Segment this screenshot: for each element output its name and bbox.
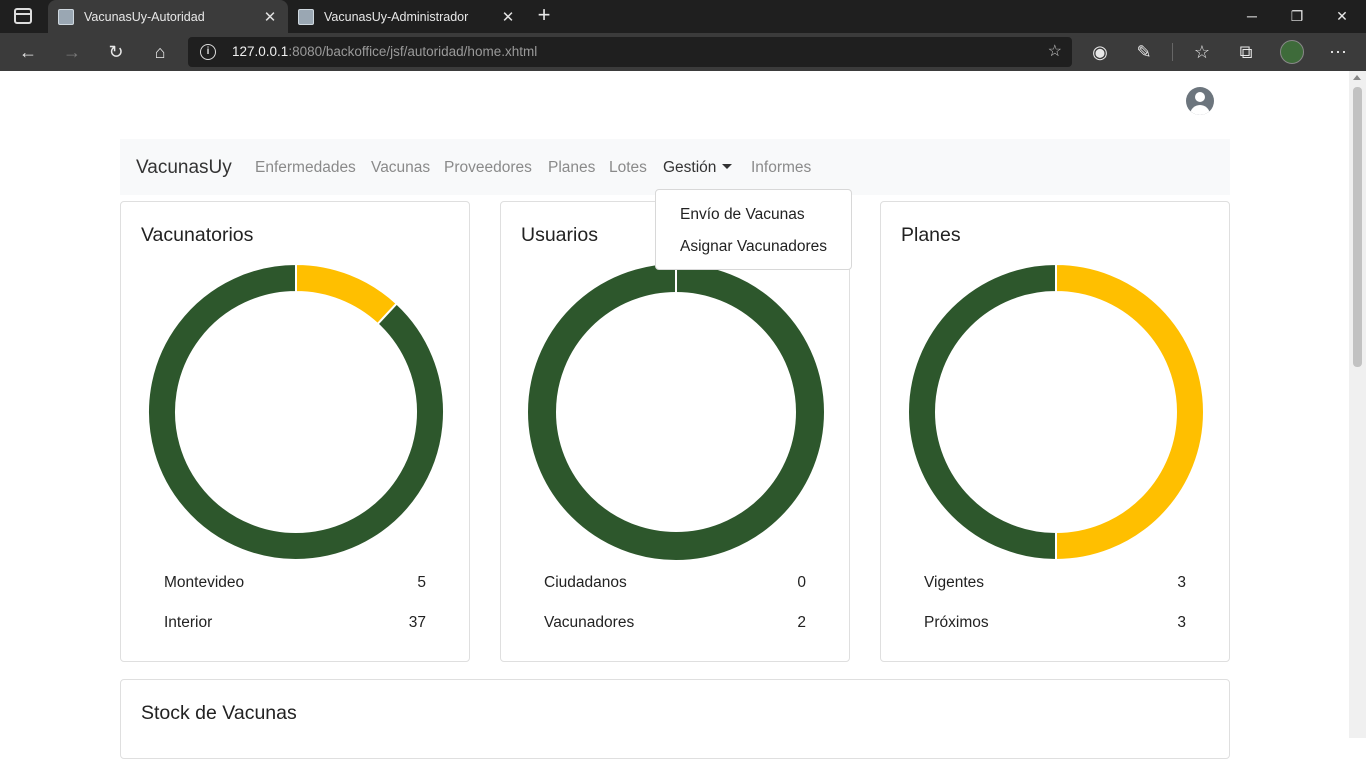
- card-title: Usuarios: [521, 224, 598, 246]
- legend-row: Ciudadanos 0: [544, 574, 806, 591]
- card-title: Planes: [901, 224, 961, 246]
- page-content: VacunasUy Enfermedades Vacunas Proveedor…: [0, 71, 1349, 759]
- tab-actions-icon[interactable]: [14, 8, 32, 24]
- window-close-icon[interactable]: ✕: [1330, 5, 1354, 27]
- gestion-dropdown-menu: Envío de Vacunas Asignar Vacunadores: [655, 189, 852, 270]
- close-tab-icon[interactable]: ✕: [496, 8, 520, 26]
- favicon-icon: [298, 8, 314, 25]
- toolbar-divider: [1172, 43, 1173, 61]
- refresh-icon[interactable]: ↻: [104, 40, 128, 64]
- main-navbar: VacunasUy Enfermedades Vacunas Proveedor…: [120, 139, 1230, 195]
- site-info-icon[interactable]: i: [200, 44, 216, 60]
- legend-row: Vigentes 3: [924, 574, 1186, 591]
- close-tab-icon[interactable]: ✕: [258, 8, 282, 26]
- browser-toolbar: ← → ↻ ⌂ i 127.0.0.1:8080/backoffice/jsf/…: [0, 33, 1366, 71]
- more-icon[interactable]: ⋯: [1326, 40, 1350, 64]
- legend-row: Montevideo 5: [164, 574, 426, 591]
- favorites-icon[interactable]: ☆: [1190, 40, 1214, 64]
- scroll-thumb[interactable]: [1353, 87, 1362, 367]
- legend-row: Interior 37: [164, 614, 426, 631]
- back-icon[interactable]: ←: [16, 40, 40, 64]
- donut-slice-montevideo: [295, 262, 399, 326]
- extension-icon[interactable]: ◉: [1088, 40, 1112, 64]
- address-bar[interactable]: i 127.0.0.1:8080/backoffice/jsf/autorida…: [188, 37, 1072, 67]
- profile-avatar[interactable]: [1280, 40, 1304, 64]
- nav-item-enfermedades[interactable]: Enfermedades: [255, 159, 356, 177]
- card-stock-vacunas: Stock de Vacunas: [120, 679, 1230, 759]
- tab-title: VacunasUy-Administrador: [324, 9, 469, 24]
- navbar-brand[interactable]: VacunasUy: [136, 157, 232, 179]
- nav-item-lotes[interactable]: Lotes: [609, 159, 647, 177]
- page-scrollbar[interactable]: [1349, 71, 1366, 738]
- favorite-add-icon[interactable]: ☆: [1048, 41, 1062, 61]
- home-icon[interactable]: ⌂: [148, 40, 172, 64]
- favicon-icon: [58, 8, 74, 25]
- browser-tab-bar: VacunasUy-Autoridad ✕ VacunasUy-Administ…: [0, 0, 1366, 33]
- donut-chart-planes: [907, 262, 1205, 562]
- extension-2-icon[interactable]: ✎: [1132, 40, 1156, 64]
- tab-title: VacunasUy-Autoridad: [84, 9, 205, 24]
- dropdown-item-asignar-vacunadores[interactable]: Asignar Vacunadores: [680, 238, 827, 256]
- donut-chart-usuarios: [528, 264, 824, 560]
- browser-tab-active[interactable]: VacunasUy-Autoridad ✕: [48, 0, 288, 33]
- url-text: 127.0.0.1:8080/backoffice/jsf/autoridad/…: [232, 44, 538, 59]
- scroll-up-icon[interactable]: [1353, 75, 1361, 80]
- donut-slice-vacunadores: [528, 264, 824, 560]
- minimize-icon[interactable]: ─: [1240, 5, 1264, 27]
- nav-item-proveedores[interactable]: Proveedores: [444, 159, 532, 177]
- card-title: Vacunatorios: [141, 224, 254, 246]
- legend-row: Vacunadores 2: [544, 614, 806, 631]
- card-usuarios: Usuarios Ciudadanos 0 Vacunadores 2: [500, 201, 850, 662]
- donut-slice-vigentes: [1055, 262, 1205, 562]
- new-tab-button[interactable]: +: [532, 4, 556, 28]
- card-vacunatorios: Vacunatorios Montevideo 5 Interior 37: [120, 201, 470, 662]
- dropdown-item-envio-vacunas[interactable]: Envío de Vacunas: [680, 206, 805, 224]
- donut-slice-pr-ximos: [907, 262, 1057, 562]
- nav-item-informes[interactable]: Informes: [751, 159, 811, 177]
- browser-tab-inactive[interactable]: VacunasUy-Administrador ✕: [288, 0, 526, 33]
- forward-icon[interactable]: →: [60, 40, 84, 64]
- card-planes: Planes Vigentes 3 Próximos 3: [880, 201, 1230, 662]
- nav-item-vacunas[interactable]: Vacunas: [371, 159, 430, 177]
- user-account-icon[interactable]: [1186, 87, 1214, 115]
- legend-row: Próximos 3: [924, 614, 1186, 631]
- nav-item-gestion[interactable]: Gestión: [663, 159, 733, 177]
- caret-down-icon: [722, 164, 733, 169]
- nav-item-planes[interactable]: Planes: [548, 159, 595, 177]
- card-title: Stock de Vacunas: [141, 702, 297, 724]
- restore-icon[interactable]: ❐: [1285, 5, 1309, 27]
- collections-icon[interactable]: ⧉: [1234, 40, 1258, 64]
- donut-slice-interior: [147, 262, 445, 561]
- donut-chart-vacunatorios: [147, 262, 445, 561]
